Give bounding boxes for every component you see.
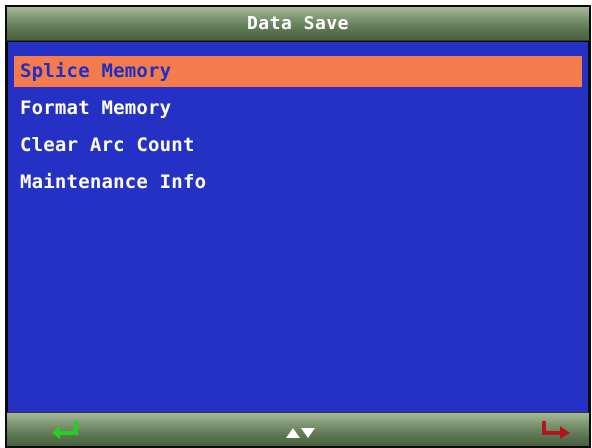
back-exit-icon[interactable]	[539, 421, 573, 439]
menu-item-format-memory[interactable]: Format Memory	[14, 93, 582, 124]
menu-item-clear-arc-count[interactable]: Clear Arc Count	[14, 130, 582, 161]
up-down-arrows-icon[interactable]	[285, 425, 317, 439]
soft-key-bar	[7, 412, 589, 446]
page-title: Data Save	[246, 13, 350, 34]
menu-item-maintenance-info[interactable]: Maintenance Info	[14, 167, 582, 198]
menu-item-splice-memory[interactable]: Splice Memory	[14, 56, 582, 87]
device-screen: Data Save Splice Memory Format Memory Cl…	[5, 5, 591, 448]
enter-return-icon[interactable]	[49, 421, 83, 439]
menu-list: Splice Memory Format Memory Clear Arc Co…	[14, 56, 582, 204]
menu-panel: Splice Memory Format Memory Clear Arc Co…	[8, 42, 588, 412]
title-bar: Data Save	[7, 7, 589, 41]
